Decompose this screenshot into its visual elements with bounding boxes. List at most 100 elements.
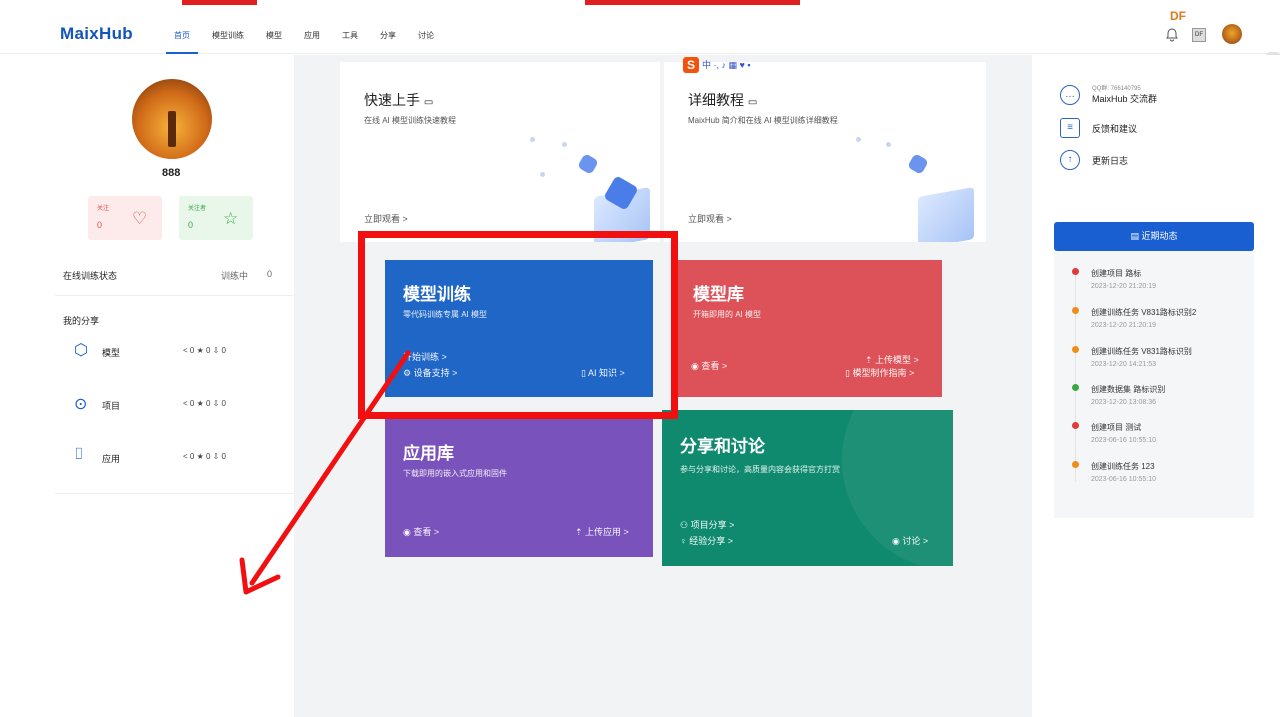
app-library-subtitle: 下载即用的嵌入式应用和固件	[403, 469, 507, 478]
detailed-tutorial-title: 详细教程 ▭	[688, 92, 758, 108]
share-model-stats: < 0 ★ 0 ⇩ 0	[183, 346, 227, 355]
flashlight-icon: ⌷	[74, 446, 84, 463]
share-project-label[interactable]: 项目	[102, 399, 120, 412]
decor-dot	[540, 172, 545, 177]
share-discuss-subtitle: 参与分享和讨论，高质量内容会获得官方打赏	[680, 465, 840, 474]
timeline-dot	[1072, 346, 1079, 353]
chat-icon: …	[1060, 84, 1080, 105]
username: 888	[162, 167, 181, 179]
feedback-row[interactable]: ≡ 反馈和建议	[1060, 118, 1137, 138]
df-app-icon[interactable]: DF	[1192, 28, 1206, 42]
nav-home[interactable]: 首页	[166, 30, 198, 54]
ime-glyphs: 中 ·, ♪ ▦ ♥ ▪	[702, 60, 751, 70]
detailed-tutorial-subtitle: MaixHub 简介和在线 AI 模型训练详细教程	[688, 116, 838, 125]
sogou-icon: S	[683, 56, 699, 73]
nav-tools[interactable]: 工具	[342, 30, 358, 41]
feedback-icon: ≡	[1060, 118, 1080, 138]
discuss-link[interactable]: ◉ 讨论 >	[892, 534, 928, 547]
divider	[55, 295, 293, 296]
upload-app-link[interactable]: ⇡ 上传应用 >	[575, 525, 629, 538]
model-cube-icon: ⬡	[74, 342, 88, 359]
activity-title[interactable]: 创建训练任务 123	[1091, 461, 1155, 472]
nav-share[interactable]: 分享	[380, 30, 396, 41]
decor-dot	[530, 137, 535, 142]
quickstart-subtitle: 在线 AI 模型训练快速教程	[364, 116, 457, 125]
decor-dot	[562, 142, 567, 147]
activity-title[interactable]: 创建项目 路标	[1091, 268, 1141, 279]
model-guide-link[interactable]: ▯ 模型制作指南 >	[845, 366, 914, 379]
followers-stat[interactable]: 关注者 0 ☆	[179, 196, 253, 240]
changelog-label: 更新日志	[1092, 155, 1129, 166]
followers-count: 0	[188, 220, 194, 230]
app-library-tile[interactable]: 应用库 下载即用的嵌入式应用和固件 ◉ 查看 > ⇡ 上传应用 >	[385, 419, 653, 557]
follow-stat[interactable]: 关注 0 ♡	[88, 196, 162, 240]
top-annotation-strip	[0, 0, 1280, 14]
quickstart-watch-link[interactable]: 立即观看 >	[364, 212, 408, 225]
train-status-label: 在线训练状态	[63, 271, 118, 281]
main-nav: 首页 模型训练 模型 应用 工具 分享 讨论	[166, 30, 456, 54]
share-app-stats: < 0 ★ 0 ⇩ 0	[183, 452, 227, 461]
user-heart-icon: ♡	[132, 209, 148, 228]
nav-apps[interactable]: 应用	[304, 30, 320, 41]
activity-date: 2023-12-20 21:20:19	[1091, 283, 1156, 290]
annotation-mark	[585, 0, 800, 5]
project-share-link[interactable]: ⚇ 项目分享 >	[680, 518, 734, 531]
share-discuss-tile[interactable]: 分享和讨论 参与分享和讨论，高质量内容会获得官方打赏 ⚇ 项目分享 > ♀ 经验…	[662, 410, 953, 566]
user-avatar-small[interactable]	[1222, 24, 1242, 44]
timeline-dot	[1072, 268, 1079, 275]
experience-share-link[interactable]: ♀ 经验分享 >	[680, 534, 733, 547]
quickstart-title: 快速上手 ▭	[364, 92, 434, 108]
follow-count: 0	[97, 220, 103, 230]
follow-label: 关注	[97, 206, 110, 212]
detailed-tutorial-card[interactable]: 详细教程 ▭ MaixHub 简介和在线 AI 模型训练详细教程 立即观看 >	[664, 62, 986, 242]
top-navbar: MaixHub 首页 模型训练 模型 应用 工具 分享 讨论 DF DF	[0, 9, 1280, 54]
share-app-label[interactable]: 应用	[102, 452, 120, 465]
nav-models[interactable]: 模型	[266, 30, 282, 41]
activity-date: 2023-06-16 10:55:10	[1091, 476, 1156, 483]
activity-title[interactable]: 创建训练任务 V831路标识别	[1091, 346, 1192, 357]
decor-dot	[886, 142, 891, 147]
ime-toolbar: S 中 ·, ♪ ▦ ♥ ▪	[683, 56, 751, 73]
user-avatar[interactable]	[132, 79, 212, 159]
activity-title[interactable]: 创建项目 测试	[1091, 422, 1141, 433]
bell-icon[interactable]	[1166, 28, 1178, 42]
share-model-label[interactable]: 模型	[102, 346, 120, 359]
user-star-icon: ☆	[223, 209, 239, 228]
activity-date: 2023-12-20 14:21:53	[1091, 361, 1156, 368]
activity-panel	[1054, 222, 1254, 518]
timeline-dot	[1072, 384, 1079, 391]
detailed-tutorial-watch-link[interactable]: 立即观看 >	[688, 212, 732, 225]
annotation-mark	[182, 0, 257, 5]
share-discuss-title: 分享和讨论	[680, 437, 765, 456]
recent-activity-button[interactable]: ▤ 近期动态	[1054, 222, 1254, 251]
my-share-label: 我的分享	[63, 316, 100, 326]
maixhub-logo[interactable]: MaixHub	[60, 24, 133, 44]
qq-group-label: MaixHub 交流群	[1092, 94, 1158, 104]
activity-title[interactable]: 创建训练任务 V831路标识别2	[1091, 307, 1196, 318]
activity-date: 2023-06-16 10:55:10	[1091, 437, 1156, 444]
feedback-label: 反馈和建议	[1092, 123, 1138, 134]
activity-title[interactable]: 创建数据集 路标识别	[1091, 384, 1165, 395]
timeline-line	[1075, 270, 1076, 482]
app-view-link[interactable]: ◉ 查看 >	[403, 525, 439, 538]
share-project-stats: < 0 ★ 0 ⇩ 0	[183, 399, 227, 408]
training-label: 训练中	[221, 271, 249, 281]
nav-model-training[interactable]: 模型训练	[212, 30, 244, 41]
model-library-tile[interactable]: 模型库 开箱即用的 AI 模型 ◉ 查看 > ⇡ 上传模型 > ▯ 模型制作指南…	[675, 260, 942, 397]
nav-discuss[interactable]: 讨论	[418, 30, 434, 41]
robot-icon: ⊙	[74, 396, 88, 413]
decor-dot	[856, 137, 861, 142]
quickstart-card[interactable]: 快速上手 ▭ 在线 AI 模型训练快速教程 立即观看 >	[340, 62, 660, 242]
timeline-dot	[1072, 307, 1079, 314]
box-illustration	[918, 187, 974, 242]
hex-illustration	[577, 153, 599, 175]
activity-date: 2023-12-20 21:20:19	[1091, 322, 1156, 329]
df-label: DF	[1170, 9, 1186, 23]
changelog-row[interactable]: ↑ 更新日志	[1060, 150, 1128, 170]
qq-group-row[interactable]: … MaixHub 交流群	[1060, 84, 1157, 105]
model-view-link[interactable]: ◉ 查看 >	[691, 359, 727, 372]
arrow-up-icon: ↑	[1060, 150, 1080, 170]
activity-date: 2023-12-20 13:08:36	[1091, 399, 1156, 406]
app-library-title: 应用库	[403, 444, 454, 463]
upload-model-link[interactable]: ⇡ 上传模型 >	[865, 353, 919, 366]
